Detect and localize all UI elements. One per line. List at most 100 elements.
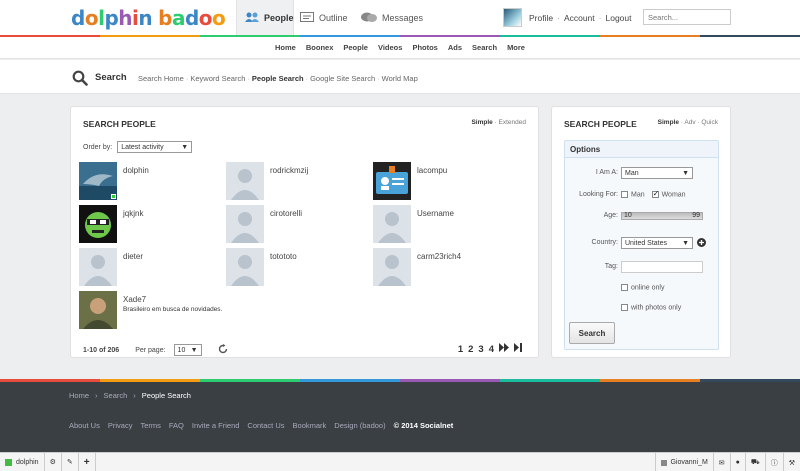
- edit-icon[interactable]: ✎: [62, 452, 79, 471]
- member-card[interactable]: Xade7 Brasileiro em busca de novidades.: [79, 291, 227, 333]
- per-page-select[interactable]: 10 ▼: [173, 344, 202, 356]
- member-name[interactable]: carm23rich4: [417, 252, 461, 261]
- member-photo[interactable]: [373, 205, 411, 243]
- member-card[interactable]: dolphin: [79, 162, 227, 204]
- nav-item-photos[interactable]: Photos: [412, 43, 437, 52]
- member-card[interactable]: cirotorelli: [226, 205, 374, 247]
- member-card[interactable]: rodrickmzij: [226, 162, 374, 204]
- search-link[interactable]: Google Site Search: [310, 74, 375, 83]
- nav-item-search[interactable]: Search: [472, 43, 497, 52]
- footer-link[interactable]: FAQ: [169, 421, 184, 430]
- settings-icon[interactable]: ⚙: [45, 452, 62, 471]
- nav-item-videos[interactable]: Videos: [378, 43, 402, 52]
- page-link[interactable]: 2: [468, 344, 473, 355]
- site-logo[interactable]: dolphin badoo: [71, 6, 226, 30]
- search-link[interactable]: People Search: [252, 74, 304, 83]
- last-page-icon[interactable]: [514, 343, 522, 355]
- age-slider[interactable]: 10 99: [621, 212, 703, 220]
- footer-link[interactable]: Privacy: [108, 421, 133, 430]
- member-card[interactable]: lacompu: [373, 162, 521, 204]
- refresh-icon[interactable]: [218, 344, 228, 356]
- woman-checkbox[interactable]: [651, 189, 659, 198]
- site-menu[interactable]: dolphin: [0, 452, 45, 471]
- member-name[interactable]: rodrickmzij: [270, 166, 308, 175]
- nav-item-home[interactable]: Home: [275, 43, 296, 52]
- info-icon[interactable]: ⓘ: [764, 453, 783, 471]
- member-name[interactable]: lacompu: [417, 166, 447, 175]
- member-name[interactable]: dolphin: [123, 166, 149, 175]
- search-input[interactable]: [643, 9, 731, 25]
- man-checkbox[interactable]: [621, 191, 628, 198]
- member-photo[interactable]: [373, 162, 411, 200]
- search-link[interactable]: World Map: [382, 74, 418, 83]
- member-photo[interactable]: [226, 162, 264, 200]
- view-modes: Simple · Extended: [471, 119, 526, 126]
- member-card[interactable]: carm23rich4: [373, 248, 521, 290]
- avatar[interactable]: [503, 8, 522, 27]
- mode-simple[interactable]: Simple: [471, 119, 492, 126]
- profile-link[interactable]: Profile: [529, 13, 553, 23]
- country-select[interactable]: United States ▼: [621, 237, 693, 249]
- order-select[interactable]: Latest activity ▼: [117, 141, 193, 153]
- footer-link[interactable]: Design (badoo): [334, 421, 385, 430]
- add-icon[interactable]: +: [79, 452, 96, 471]
- account-link[interactable]: Account: [564, 13, 595, 23]
- tab-outline[interactable]: Outline: [300, 0, 348, 36]
- wrench-icon[interactable]: ⚒: [782, 453, 800, 471]
- member-name[interactable]: dieter: [123, 252, 143, 261]
- member-name[interactable]: totototo: [270, 252, 297, 261]
- mode-adv[interactable]: Adv: [684, 119, 695, 126]
- separator: ·: [247, 74, 250, 83]
- mode-quick[interactable]: Quick: [701, 119, 718, 126]
- page-link[interactable]: 4: [489, 344, 494, 355]
- mode-simple[interactable]: Simple: [658, 119, 679, 126]
- search-button[interactable]: Search: [569, 322, 615, 344]
- member-photo[interactable]: [79, 291, 117, 329]
- page-link[interactable]: 1: [458, 344, 463, 355]
- member-card[interactable]: totototo: [226, 248, 374, 290]
- member-photo[interactable]: [226, 248, 264, 286]
- member-card[interactable]: dieter: [79, 248, 227, 290]
- breadcrumb-home[interactable]: Home: [69, 391, 89, 400]
- member-photo[interactable]: [79, 205, 117, 243]
- mode-extended[interactable]: Extended: [499, 119, 526, 126]
- member-name[interactable]: Xade7: [123, 295, 146, 304]
- breadcrumb-search[interactable]: Search: [104, 391, 128, 400]
- search-link[interactable]: Keyword Search: [190, 74, 245, 83]
- i-am-select[interactable]: Man ▼: [621, 167, 693, 179]
- member-card[interactable]: Username: [373, 205, 521, 247]
- logo-letter: o: [212, 6, 226, 30]
- member-photo[interactable]: [226, 205, 264, 243]
- online-only-checkbox[interactable]: [621, 284, 628, 291]
- next-page-icon[interactable]: [499, 343, 509, 355]
- page-link[interactable]: 3: [478, 344, 483, 355]
- page-footer: Home › Search › People Search About Us Pr…: [0, 382, 800, 452]
- tab-people[interactable]: People: [236, 0, 294, 36]
- tab-messages[interactable]: Messages: [361, 0, 423, 36]
- with-photos-checkbox[interactable]: [621, 304, 628, 311]
- member-name[interactable]: cirotorelli: [270, 209, 302, 218]
- user-icon[interactable]: ●: [729, 453, 745, 471]
- cart-icon[interactable]: ⛟: [744, 453, 765, 471]
- nav-item-boonex[interactable]: Boonex: [306, 43, 334, 52]
- footer-link[interactable]: Contact Us: [247, 421, 284, 430]
- nav-item-people[interactable]: People: [343, 43, 368, 52]
- i-am-label: I Am A:: [595, 169, 618, 176]
- nav-item-ads[interactable]: Ads: [448, 43, 462, 52]
- footer-link[interactable]: Invite a Friend: [192, 421, 240, 430]
- member-name[interactable]: jqkjnk: [123, 209, 143, 218]
- mail-icon[interactable]: ✉: [712, 453, 730, 471]
- member-card[interactable]: jqkjnk: [79, 205, 227, 247]
- member-name[interactable]: Username: [417, 209, 454, 218]
- member-photo[interactable]: [373, 248, 411, 286]
- footer-link[interactable]: About Us: [69, 421, 100, 430]
- user-menu[interactable]: Giovanni_M: [655, 453, 712, 471]
- footer-link[interactable]: Bookmark: [293, 421, 327, 430]
- add-country-icon[interactable]: [697, 238, 706, 249]
- tag-input[interactable]: [621, 261, 703, 273]
- logout-link[interactable]: Logout: [606, 13, 632, 23]
- member-photo[interactable]: [79, 248, 117, 286]
- footer-link[interactable]: Terms: [140, 421, 160, 430]
- search-link[interactable]: Search Home: [138, 74, 184, 83]
- nav-item-more[interactable]: More: [507, 43, 525, 52]
